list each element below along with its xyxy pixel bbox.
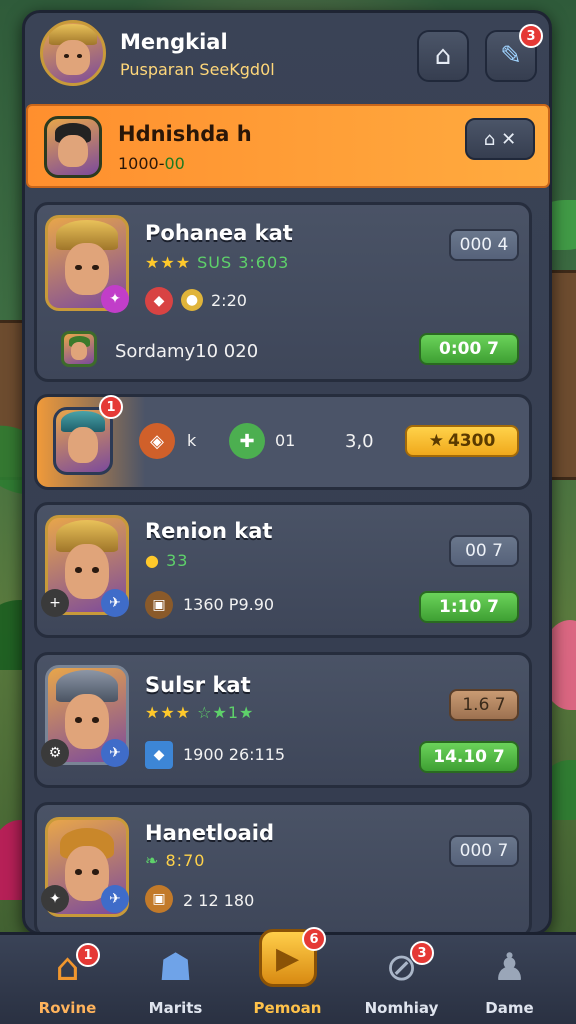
hero-card[interactable]: ✦ Pohanea kat ★★★ SUS 3:603 ◆ ● 2:20 000… xyxy=(34,202,532,382)
class-icon: + xyxy=(41,589,69,617)
class-icon: ✈ xyxy=(101,739,129,767)
highlight-badge: 1 xyxy=(99,395,123,419)
claim-button[interactable]: 0:00 7 xyxy=(419,333,519,365)
potion-icon: ✚ xyxy=(229,423,265,459)
featured-hero-banner[interactable]: Hdnishda h 1000-00 ⌂ ✕ xyxy=(26,104,550,188)
nav-label: Rovine xyxy=(38,999,97,1017)
claim-button[interactable]: 1:10 7 xyxy=(419,591,519,623)
hero-card[interactable]: ✦ ✈ Hanetloaid ❧ 8:70 ▣ 2 12 180 000 7 xyxy=(34,802,532,938)
banner-avatar xyxy=(44,116,102,178)
nav-badge: 3 xyxy=(410,941,434,965)
row-text: Sordamy10 020 xyxy=(115,341,259,362)
hero-card[interactable]: + ✈ Renion kat ● 33 ▣ 1360 P9.90 00 7 1:… xyxy=(34,502,532,638)
coin-icon: ● xyxy=(181,289,203,311)
edit-button[interactable]: ✎ 3 xyxy=(485,24,543,82)
star-rating: ★★★ ☆★1★ xyxy=(145,703,255,722)
banner-name: Hdnishda h xyxy=(118,122,252,146)
nav-item-pemoan[interactable]: ▶ 6 Pemoan xyxy=(230,927,345,1024)
leaf-icon: ❧ xyxy=(145,851,160,870)
home-icon: ⌂ xyxy=(434,41,452,71)
nav-label: Marits xyxy=(148,999,203,1017)
level-pill: 000 4 xyxy=(449,229,519,261)
banner-value: 1000-00 xyxy=(118,154,185,173)
bottom-navigation: ⌂ 1 Rovine ☗ Marits ▶ 6 Pemoan ⊘ 3 Nomhi… xyxy=(0,927,576,1024)
highlight-row[interactable]: 1 ◈ k ✚ 01 3,0 ★ 4300 xyxy=(34,394,532,490)
notification-badge: 3 xyxy=(519,24,543,48)
house-icon: ⌂ xyxy=(483,128,496,150)
close-icon: ✕ xyxy=(501,128,517,150)
player-subtitle: Pusparan SeeKgd0l xyxy=(120,60,275,79)
pencil-icon: ✎ xyxy=(500,41,522,71)
item2-text: 01 xyxy=(275,431,296,450)
class-icon: ✦ xyxy=(41,885,69,913)
nav-label: Dame xyxy=(485,999,534,1017)
player-name: Mengkial xyxy=(120,30,228,54)
claim-button[interactable]: 14.10 7 xyxy=(419,741,519,773)
item-value: 2 12 180 xyxy=(183,891,255,910)
shield-item-icon: ◈ xyxy=(139,423,175,459)
mid-value: 3,0 xyxy=(345,431,374,452)
nav-badge: 1 xyxy=(76,943,100,967)
hero-card[interactable]: ⚙ ✈ Sulsr kat ★★★ ☆★1★ ◆ 1900 26:115 1.6… xyxy=(34,652,532,788)
star-rating: ❧ 8:70 xyxy=(145,851,206,870)
class-icon: ✈ xyxy=(101,885,129,913)
star-icon: ★ xyxy=(428,431,444,451)
home-button[interactable]: ⌂ xyxy=(417,30,469,82)
item-value: 2:20 xyxy=(211,291,247,310)
profile-icon: ♟ xyxy=(492,945,527,989)
banner-action-button[interactable]: ⌂ ✕ xyxy=(465,118,535,160)
class-icon: ✈ xyxy=(101,589,129,617)
crowd-icon: ☗ xyxy=(158,945,193,989)
nav-label: Nomhiay xyxy=(364,999,439,1017)
level-pill: 1.6 7 xyxy=(449,689,519,721)
gem-icon: ◆ xyxy=(145,287,173,315)
chest-icon: ▣ xyxy=(145,591,173,619)
nav-item-marits[interactable]: ☗ Marits xyxy=(118,935,233,1024)
chest-icon: ▣ xyxy=(145,885,173,913)
level-pill: 00 7 xyxy=(449,535,519,567)
nav-item-home[interactable]: ⌂ 1 Rovine xyxy=(10,935,125,1024)
item1-text: k xyxy=(187,431,197,450)
row-avatar xyxy=(61,331,97,367)
star-rating: ★★★ SUS 3:603 xyxy=(145,253,290,272)
hero-name: Hanetloaid xyxy=(145,821,275,845)
hero-name: Sulsr kat xyxy=(145,673,251,697)
player-avatar[interactable] xyxy=(40,20,106,86)
profile-header: Mengkial Pusparan SeeKgd0l ⌂ ✎ 3 xyxy=(22,10,552,100)
hero-name: Pohanea kat xyxy=(145,221,293,245)
coin-icon: ● xyxy=(145,551,160,570)
star-rating: ● 33 xyxy=(145,551,189,570)
item-value: 1360 P9.90 xyxy=(183,595,275,614)
hero-name: Renion kat xyxy=(145,519,273,543)
class-icon: ⚙ xyxy=(41,739,69,767)
crystal-icon: ◆ xyxy=(145,741,173,769)
level-pill: 000 7 xyxy=(449,835,519,867)
item-value: 1900 26:115 xyxy=(183,745,286,764)
gold-button[interactable]: ★ 4300 xyxy=(405,425,519,457)
nav-badge: 6 xyxy=(302,927,326,951)
nav-item-dame[interactable]: ♟ Dame xyxy=(452,935,567,1024)
nav-label: Pemoan xyxy=(253,999,322,1017)
nav-item-nomhiay[interactable]: ⊘ 3 Nomhiay xyxy=(344,935,459,1024)
class-icon: ✦ xyxy=(101,285,129,313)
